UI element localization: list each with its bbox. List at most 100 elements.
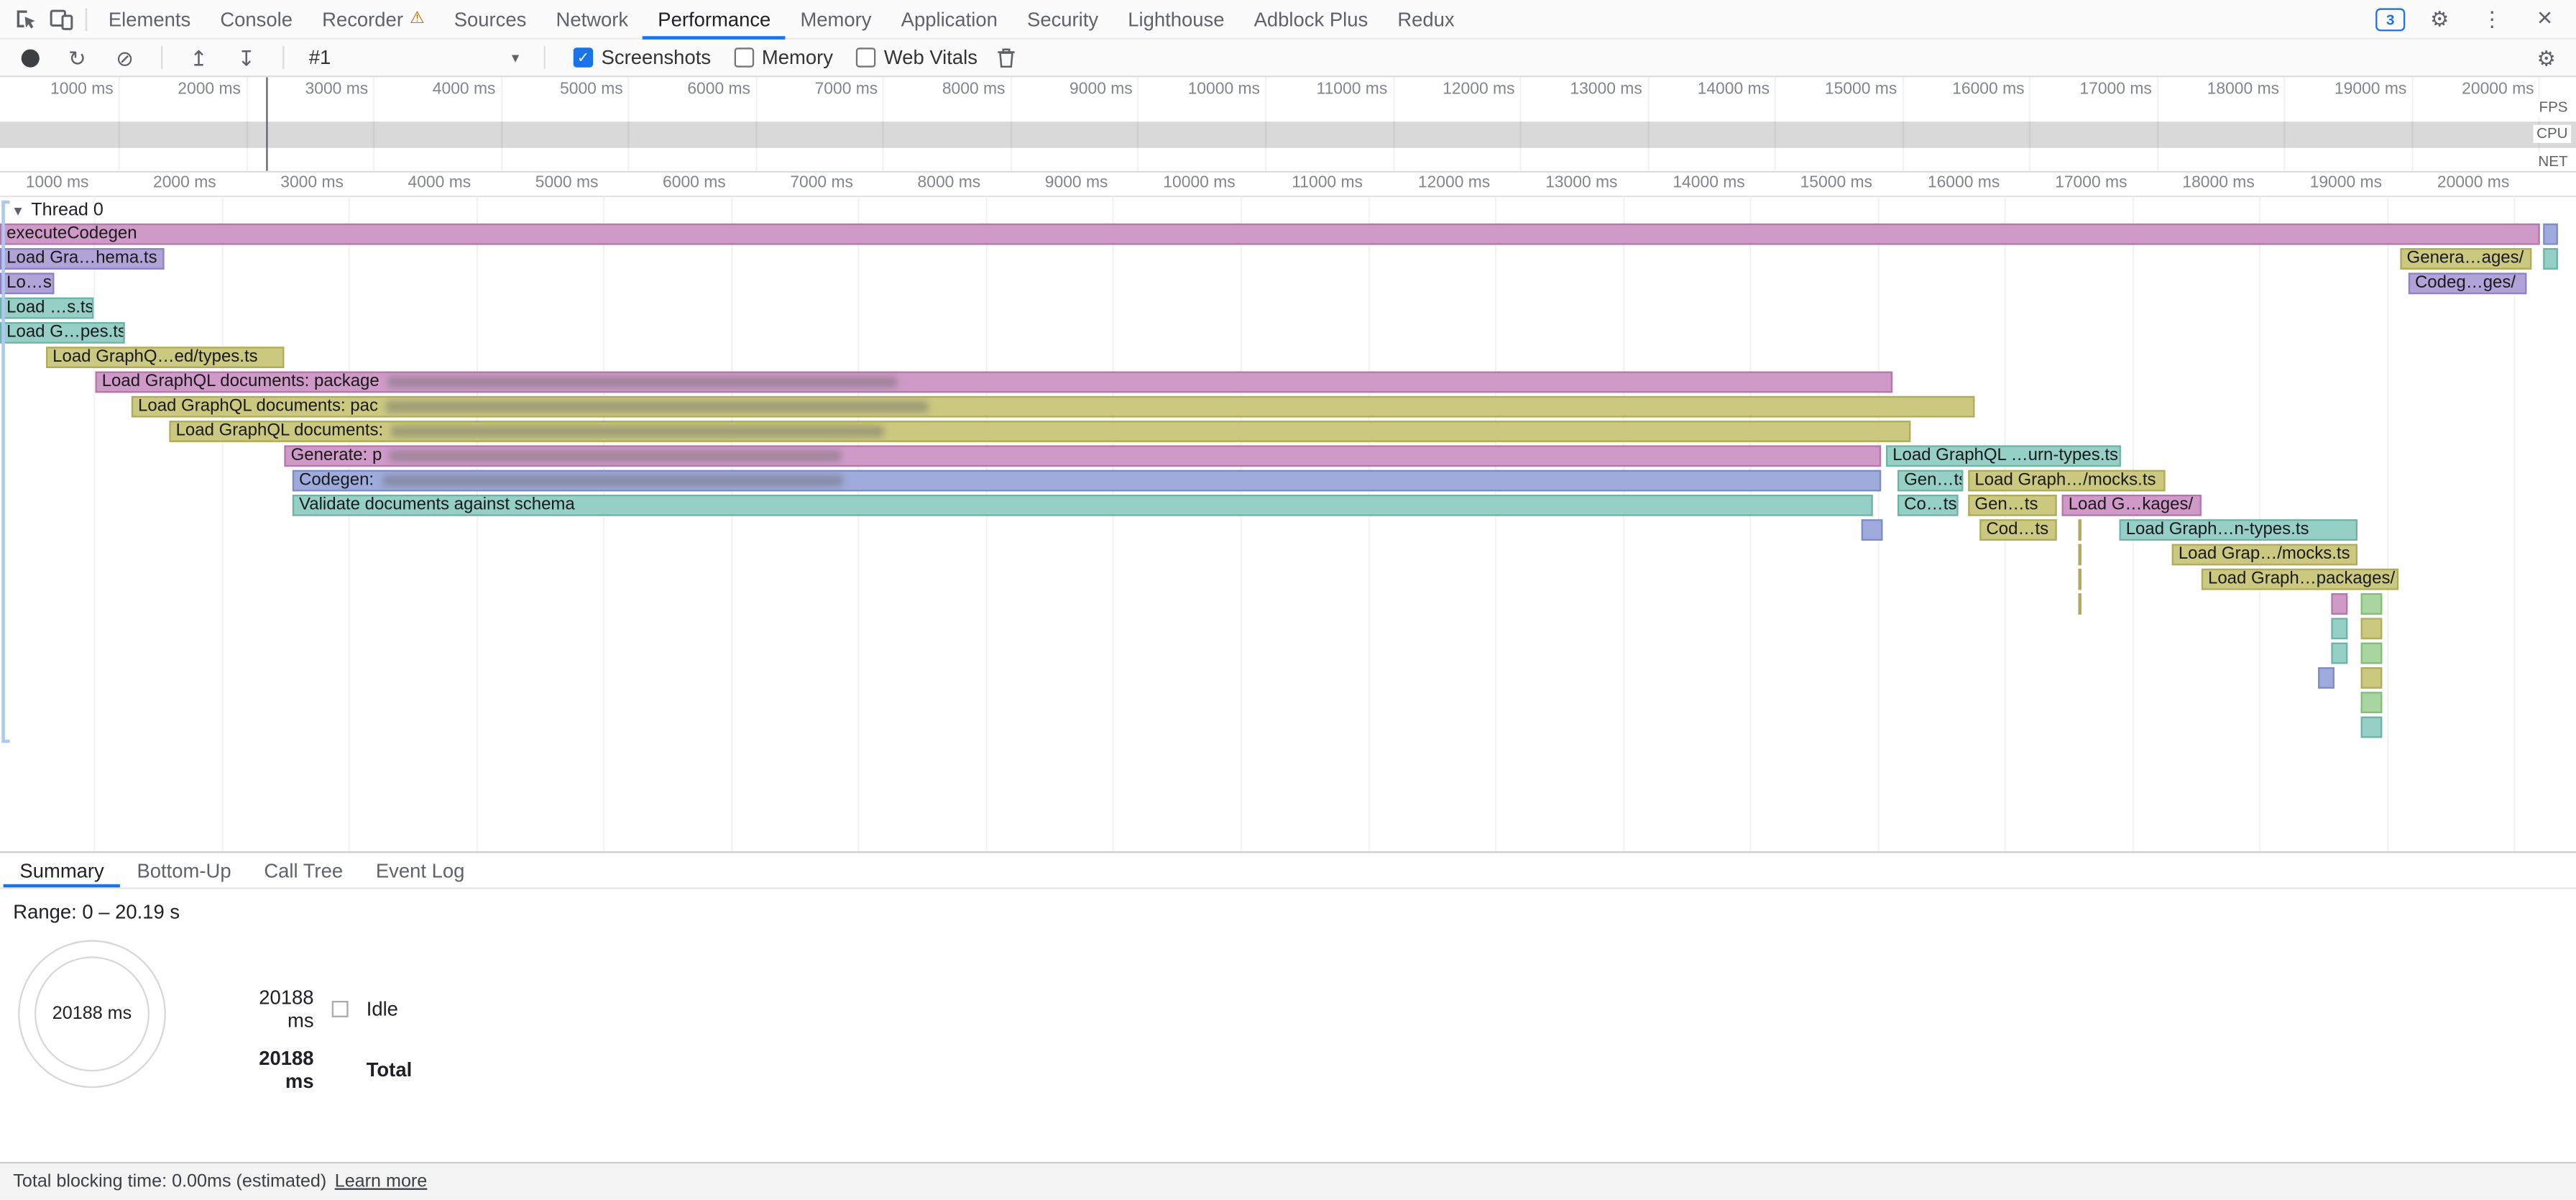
flame-bar[interactable] <box>2543 224 2558 245</box>
flame-bar[interactable]: Load GraphQL documents: <box>169 421 1910 442</box>
total-label: Total <box>367 1058 412 1081</box>
flame-bar[interactable]: Load GraphQL …urn-types.ts <box>1886 445 2121 467</box>
flame-bar[interactable]: Genera…ages/ <box>2400 248 2531 270</box>
flame-bar[interactable] <box>2331 593 2347 615</box>
flame-bar[interactable] <box>1862 519 1883 541</box>
tab-console[interactable]: Console <box>206 0 308 39</box>
flame-bar[interactable] <box>2078 519 2082 541</box>
flame-bar[interactable]: Load Grap…/mocks.ts <box>2172 544 2358 566</box>
flame-bar-label: Load GraphQL documents: package <box>97 372 385 393</box>
tab-security[interactable]: Security <box>1012 0 1113 39</box>
flame-bar[interactable]: Co…ts <box>1898 495 1959 516</box>
flame-bar[interactable]: Load G…pes.ts <box>0 322 125 344</box>
checkbox-memory[interactable]: Memory <box>734 46 833 69</box>
flame-bar[interactable]: Load Graph…packages/ <box>2202 569 2398 590</box>
thread-label: Thread 0 <box>31 201 104 220</box>
tab-network[interactable]: Network <box>541 0 643 39</box>
tab-label: Lighthouse <box>1128 7 1224 30</box>
learn-more-link[interactable]: Learn more <box>335 1172 428 1191</box>
flame-chart[interactable]: ▼ Thread 0 executeCodegen Load Gra…hema.t… <box>0 197 2576 851</box>
flame-bar[interactable]: Codegen: <box>293 470 1881 492</box>
flame-bar[interactable]: Lo…s <box>0 272 54 294</box>
settings-gear-icon[interactable]: ⚙ <box>2421 1 2457 37</box>
flame-bar[interactable] <box>2361 692 2383 713</box>
flame-bar[interactable]: Generate: p <box>284 445 1881 467</box>
device-toolbar-icon[interactable] <box>42 1 78 37</box>
minimap-gridline <box>883 77 884 170</box>
status-bar: Total blocking time: 0.00ms (estimated) … <box>0 1162 2576 1200</box>
flame-bar[interactable]: Codeg…ges/ <box>2409 272 2527 294</box>
tab-event-log[interactable]: Event Log <box>359 853 481 887</box>
flame-bar[interactable]: Load Graph…/mocks.ts <box>1968 470 2165 492</box>
flame-bar[interactable]: Load …s.ts <box>0 298 93 319</box>
flame-bar[interactable] <box>2361 593 2383 615</box>
flame-bar[interactable] <box>2078 569 2082 590</box>
flame-bar[interactable]: Load GraphQL documents: package <box>96 372 1893 393</box>
tab-memory[interactable]: Memory <box>786 0 886 39</box>
tab-adblock-plus[interactable]: Adblock Plus <box>1239 0 1383 39</box>
chart-gridline <box>349 197 350 851</box>
redacted-text <box>386 401 928 413</box>
thread-track-header[interactable]: ▼ Thread 0 <box>0 197 104 224</box>
timeline-overview[interactable]: 1000 ms2000 ms3000 ms4000 ms5000 ms6000 … <box>0 77 2576 173</box>
minimap-tick-label: 18000 ms <box>2161 81 2279 99</box>
flame-bar[interactable]: Validate documents against schema <box>293 495 1873 516</box>
checkbox-box[interactable] <box>856 47 875 67</box>
flame-bar[interactable]: executeCodegen <box>0 224 2540 245</box>
tab-redux[interactable]: Redux <box>1383 0 1469 39</box>
tab-sources[interactable]: Sources <box>439 0 541 39</box>
checkbox-label: Web Vitals <box>884 46 978 69</box>
tab-application[interactable]: Application <box>886 0 1012 39</box>
tabbar-right: 3 ⚙ ⋮ × <box>2375 0 2576 38</box>
tab-elements[interactable]: Elements <box>93 0 205 39</box>
more-options-icon[interactable]: ⋮ <box>2474 1 2510 37</box>
record-button[interactable] <box>12 40 47 75</box>
checkbox-web-vitals[interactable]: Web Vitals <box>856 46 978 69</box>
capture-settings-gear-icon[interactable]: ⚙ <box>2529 40 2564 75</box>
checkbox-screenshots[interactable]: ✓Screenshots <box>574 46 711 69</box>
tab-call-tree[interactable]: Call Tree <box>247 853 359 887</box>
inspect-element-icon[interactable] <box>6 1 42 37</box>
clear-recording-button[interactable]: ⊘ <box>107 40 143 75</box>
flame-bar[interactable] <box>2361 643 2383 664</box>
checkbox-box[interactable] <box>734 47 753 67</box>
flame-bar[interactable]: Gen…ts <box>1898 470 1963 492</box>
issues-messages-badge[interactable]: 3 <box>2375 7 2405 30</box>
flame-bar[interactable] <box>2078 593 2082 615</box>
flame-bar[interactable]: Cod…ts <box>1979 519 2056 541</box>
flame-bar[interactable] <box>2331 643 2347 664</box>
flame-bar[interactable]: Load Graph…n-types.ts <box>2120 519 2358 541</box>
flame-bar[interactable] <box>2361 618 2383 639</box>
tab-performance[interactable]: Performance <box>643 0 786 39</box>
flame-bar[interactable]: Load GraphQ…ed/types.ts <box>46 347 284 368</box>
ruler-tick-label: 6000 ms <box>607 174 726 192</box>
flame-bar-label: Load G…pes.ts <box>1 322 124 344</box>
flame-bar[interactable] <box>2318 667 2334 689</box>
flame-bar[interactable] <box>2543 248 2558 270</box>
load-profile-icon[interactable]: ↥ <box>180 40 216 75</box>
tab-lighthouse[interactable]: Lighthouse <box>1113 0 1239 39</box>
checkbox-box[interactable]: ✓ <box>574 47 593 67</box>
flame-bar[interactable]: Load Gra…hema.ts <box>0 248 165 270</box>
flame-bar[interactable]: Load GraphQL documents: pac <box>132 396 1975 418</box>
flame-bar[interactable] <box>2361 717 2383 738</box>
flame-bar[interactable]: Gen…ts <box>1968 495 2056 516</box>
tab-label: Performance <box>658 7 770 30</box>
flame-bar[interactable] <box>2078 544 2082 566</box>
flame-bar[interactable]: Load G…kages/ <box>2062 495 2202 516</box>
lane-label-cpu: CPU <box>2534 125 2572 143</box>
idle-color-swatch <box>332 1001 349 1017</box>
garbage-collect-icon[interactable] <box>989 40 1025 75</box>
ruler-tick-label: 15000 ms <box>1754 174 1872 192</box>
reload-and-record-button[interactable]: ↻ <box>59 40 95 75</box>
tab-recorder[interactable]: Recorder⚠ <box>308 0 440 39</box>
flame-bar[interactable] <box>2361 667 2383 689</box>
save-profile-icon[interactable]: ↧ <box>229 40 264 75</box>
tab-summary[interactable]: Summary <box>4 853 121 887</box>
tab-bottom-up[interactable]: Bottom-Up <box>121 853 248 887</box>
panel-tabs: ElementsConsoleRecorder⚠SourcesNetwork Pe… <box>93 0 1469 39</box>
flame-bar[interactable] <box>2331 618 2347 639</box>
minimap-tick-label: 2000 ms <box>122 81 241 99</box>
history-select[interactable]: #1 ▾ <box>303 46 526 69</box>
close-devtools-icon[interactable]: × <box>2526 1 2562 37</box>
